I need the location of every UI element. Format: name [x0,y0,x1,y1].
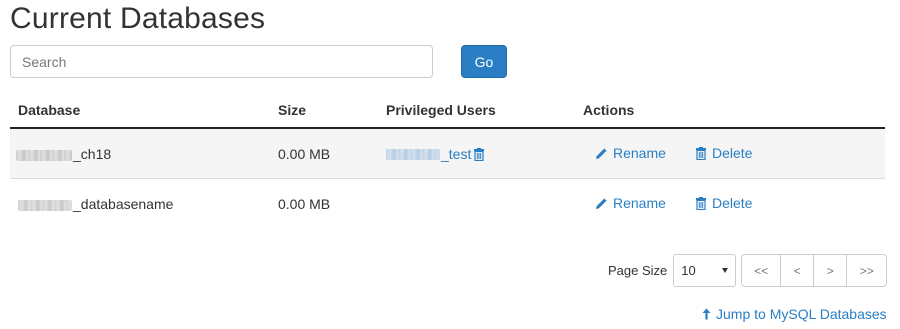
redacted-text [16,149,72,161]
delete-label: Delete [712,145,753,161]
previous-page-button[interactable]: < [780,254,815,287]
redacted-text [386,148,440,160]
search-input[interactable] [10,45,433,78]
delete-button[interactable]: Delete [695,145,752,161]
rename-label: Rename [613,195,666,211]
rename-button[interactable]: Rename [595,145,666,161]
page-size-select[interactable]: 10 [673,254,737,287]
delete-button[interactable]: Delete [695,195,752,211]
last-page-button[interactable]: >> [846,254,888,287]
privileged-user-suffix: _test [441,146,472,162]
rename-label: Rename [613,145,666,161]
page-size-label: Page Size [608,263,668,278]
first-page-button[interactable]: << [741,254,782,287]
column-header-privileged-users: Privileged Users [386,102,496,118]
database-size: 0.00 MB [278,196,331,212]
trash-icon [696,196,706,210]
databases-table: Database Size Privileged Users Actions _… [10,94,885,229]
trash-icon[interactable] [473,147,485,161]
rename-button[interactable]: Rename [595,195,666,211]
database-name: _ch18 [16,146,111,162]
caret-down-icon [722,268,729,273]
page-title: Current Databases [10,2,266,35]
trash-icon [696,146,706,160]
page-nav-buttons: << < > >> [741,254,888,287]
database-name: _databasename [18,196,173,212]
column-header-database[interactable]: Database [18,102,80,118]
jump-label: Jump to MySQL Databases [716,306,887,322]
database-name-suffix: _ch18 [73,146,112,162]
pagination: Page Size 10 << < > >> [608,254,888,287]
table-header: Database Size Privileged Users Actions [10,94,885,129]
pencil-icon [596,148,607,159]
go-button[interactable]: Go [461,45,507,78]
redacted-text [18,199,72,211]
table-row: _ch18 0.00 MB _test Rename Delete [10,129,885,179]
privileged-user-link[interactable]: _test [386,146,485,162]
column-header-actions: Actions [583,102,635,118]
table-row: _databasename 0.00 MB Rename Delete [10,179,885,229]
database-size: 0.00 MB [278,146,331,162]
jump-to-mysql-databases-link[interactable]: Jump to MySQL Databases [702,306,887,322]
pencil-icon [596,198,607,209]
column-header-size[interactable]: Size [278,102,306,118]
delete-label: Delete [712,195,753,211]
next-page-button[interactable]: > [813,254,848,287]
database-name-suffix: _databasename [73,196,174,212]
arrow-up-icon [702,308,711,320]
page-size-value: 10 [681,263,696,278]
